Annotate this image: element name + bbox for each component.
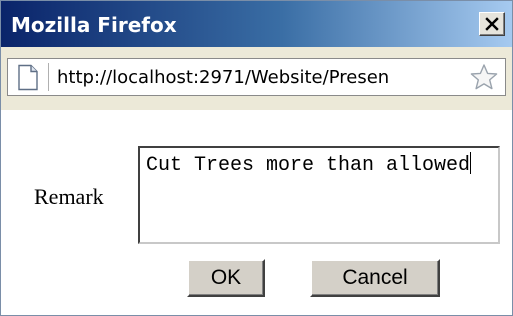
remark-text: Cut Trees more than allowed [146, 154, 471, 177]
window-title: Mozilla Firefox [11, 13, 177, 37]
remark-textarea[interactable]: Cut Trees more than allowed [138, 146, 500, 244]
location-bar[interactable]: http://localhost:2971/Website/Presen [7, 58, 506, 96]
firefox-popup-window: Mozilla Firefox http://localhost:2971/We… [0, 0, 513, 316]
star-icon[interactable] [469, 63, 499, 91]
close-icon [485, 17, 499, 31]
cancel-button[interactable]: Cancel [310, 259, 440, 297]
page-content: Remark Cut Trees more than allowed OK Ca… [1, 110, 512, 315]
page-icon [18, 64, 38, 91]
location-bar-area: http://localhost:2971/Website/Presen [1, 47, 512, 110]
text-caret [470, 152, 472, 174]
title-bar[interactable]: Mozilla Firefox [1, 1, 512, 47]
close-button[interactable] [479, 12, 505, 36]
remark-label: Remark [34, 184, 104, 209]
url-separator [48, 63, 49, 91]
url-text[interactable]: http://localhost:2971/Website/Presen [57, 67, 461, 88]
ok-button[interactable]: OK [187, 259, 265, 297]
